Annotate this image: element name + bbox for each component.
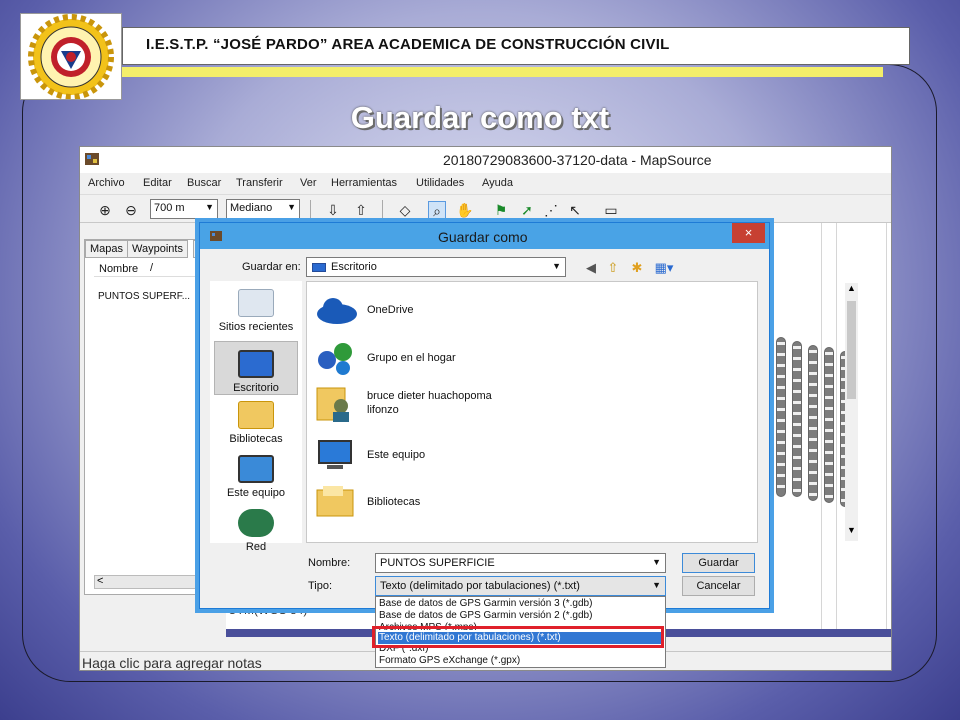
survey-point-column xyxy=(808,345,818,501)
back-icon[interactable]: ◀ xyxy=(582,259,600,277)
user-folder-icon xyxy=(316,387,349,422)
map-grid-line xyxy=(886,223,887,629)
dropdown-option-gdb3[interactable]: Base de datos de GPS Garmin versión 3 (*… xyxy=(378,598,663,610)
waypoint-flag-icon[interactable]: ⚑ xyxy=(492,201,510,219)
sort-indicator: / xyxy=(150,262,154,274)
places-bar: Sitios recientes Escritorio Bibliotecas … xyxy=(210,281,302,553)
selection-tool-icon[interactable]: ◇ xyxy=(396,201,414,219)
scroll-down-icon[interactable]: ▼ xyxy=(847,525,856,535)
recent-places-icon xyxy=(238,289,274,317)
dropdown-option-gdb2[interactable]: Base de datos de GPS Garmin versión 2 (*… xyxy=(378,610,663,622)
column-nombre[interactable]: Nombre xyxy=(99,263,138,275)
computer-icon xyxy=(318,440,352,469)
mapsource-app-icon xyxy=(85,153,99,165)
vertical-scrollbar[interactable]: ▲ ▼ xyxy=(845,283,858,541)
menu-ayuda[interactable]: Ayuda xyxy=(482,177,513,189)
place-este-equipo[interactable]: Este equipo xyxy=(214,455,298,499)
menu-herramientas[interactable]: Herramientas xyxy=(331,177,397,189)
dialog-title: Guardar como xyxy=(438,229,528,245)
network-icon xyxy=(238,509,274,537)
zoom-in-icon[interactable]: ⊕ xyxy=(96,201,114,219)
menu-utilidades[interactable]: Utilidades xyxy=(416,177,464,189)
libraries-icon xyxy=(316,486,354,517)
dropdown-option-gpx[interactable]: Formato GPS eXchange (*.gpx) xyxy=(378,655,663,667)
menu-buscar[interactable]: Buscar xyxy=(187,177,221,189)
header-accent-bar xyxy=(122,67,883,77)
survey-point-column xyxy=(824,347,834,503)
chevron-down-icon: ▼ xyxy=(552,261,561,271)
file-list: OneDrive Grupo en el hogar bruce dieter … xyxy=(306,281,858,543)
scroll-up-icon[interactable]: ▲ xyxy=(847,283,856,293)
close-icon[interactable]: × xyxy=(732,223,765,243)
status-text[interactable]: Haga clic para agregar notas xyxy=(82,655,262,670)
tab-mapas[interactable]: Mapas xyxy=(85,240,129,258)
institution-header: I.E.S.T.P. “JOSÉ PARDO” AREA ACADEMICA D… xyxy=(146,36,670,53)
list-item[interactable]: PUNTOS SUPERF... xyxy=(98,291,190,302)
send-to-device-icon[interactable]: ⇧ xyxy=(352,201,370,219)
save-in-select[interactable]: Escritorio ▼ xyxy=(306,257,566,277)
zoom-tool-icon[interactable]: ⌕ xyxy=(428,201,446,219)
libraries-icon xyxy=(238,401,274,429)
chevron-down-icon: ▼ xyxy=(652,580,661,590)
view-menu-icon[interactable]: ▦▾ xyxy=(652,259,676,277)
pointer-tool-icon[interactable]: ↖ xyxy=(566,201,584,219)
chevron-down-icon: ▼ xyxy=(205,202,214,212)
homegroup-icon xyxy=(318,343,352,375)
mapsource-app-icon xyxy=(210,231,222,241)
name-label: Nombre: xyxy=(308,557,351,569)
horizontal-scrollbar[interactable]: < xyxy=(94,575,212,589)
institution-logo xyxy=(20,13,122,100)
measure-ruler-icon[interactable]: ▭ xyxy=(600,201,622,219)
cancel-button[interactable]: Cancelar xyxy=(682,576,755,596)
chevron-down-icon: ▼ xyxy=(652,557,661,567)
map-grid-line xyxy=(821,223,822,629)
new-folder-icon[interactable]: ✱ xyxy=(628,259,646,277)
detail-select[interactable]: Mediano ▼ xyxy=(226,199,300,219)
place-bibliotecas[interactable]: Bibliotecas xyxy=(214,401,298,445)
desktop-icon xyxy=(312,263,326,272)
survey-point-column xyxy=(792,341,802,497)
map-grid-line xyxy=(836,223,837,629)
place-red[interactable]: Red xyxy=(214,509,298,553)
chevron-down-icon: ▼ xyxy=(287,202,296,212)
place-escritorio[interactable]: Escritorio xyxy=(214,341,298,395)
save-as-dialog: Guardar como × Guardar en: Escritorio ▼ … xyxy=(199,222,858,609)
menu-archivo[interactable]: Archivo xyxy=(88,177,125,189)
receive-from-device-icon[interactable]: ⇩ xyxy=(324,201,342,219)
track-tool-icon[interactable]: ⋰ xyxy=(542,201,560,219)
menu-editar[interactable]: Editar xyxy=(143,177,172,189)
toolbar-separator xyxy=(310,200,311,218)
scrollbar-thumb[interactable] xyxy=(847,301,856,399)
save-button[interactable]: Guardar xyxy=(682,553,755,573)
tab-waypoints[interactable]: Waypoints xyxy=(127,240,188,258)
type-label: Tipo: xyxy=(308,580,333,592)
menu-bar: Archivo Editar Buscar Transferir Ver Her… xyxy=(80,173,891,193)
menu-ver[interactable]: Ver xyxy=(300,177,317,189)
file-name-field[interactable]: PUNTOS SUPERFICIE ▼ xyxy=(375,553,666,573)
computer-icon xyxy=(238,455,274,483)
toolbar-separator xyxy=(382,200,383,218)
toolbar: ⊕ ⊖ 700 m ▼ Mediano ▼ ⇩ ⇧ ◇ ⌕ ✋ ⚑ ➚ ⋰ ↖ ▭ xyxy=(80,194,891,223)
desktop-icon xyxy=(238,350,274,378)
zoom-out-icon[interactable]: ⊖ xyxy=(122,201,140,219)
list-header[interactable]: Nombre / xyxy=(94,259,212,277)
hand-tool-icon[interactable]: ✋ xyxy=(456,201,474,219)
highlight-box xyxy=(372,626,664,648)
file-type-select[interactable]: Texto (delimitado por tabulaciones) (*.t… xyxy=(375,576,666,596)
scale-select[interactable]: 700 m ▼ xyxy=(150,199,218,219)
slide-title: Guardar como txt xyxy=(350,100,610,135)
scroll-left-icon[interactable]: < xyxy=(97,575,103,587)
menu-transferir[interactable]: Transferir xyxy=(236,177,283,189)
survey-point-column xyxy=(776,337,786,497)
route-tool-icon[interactable]: ➚ xyxy=(518,201,536,219)
save-in-label: Guardar en: xyxy=(242,261,301,273)
place-sitios-recientes[interactable]: Sitios recientes xyxy=(214,289,298,333)
up-folder-icon[interactable]: ⇧ xyxy=(604,259,622,277)
onedrive-icon xyxy=(317,298,357,324)
app-title: 20180729083600-37120-data - MapSource xyxy=(443,152,712,168)
